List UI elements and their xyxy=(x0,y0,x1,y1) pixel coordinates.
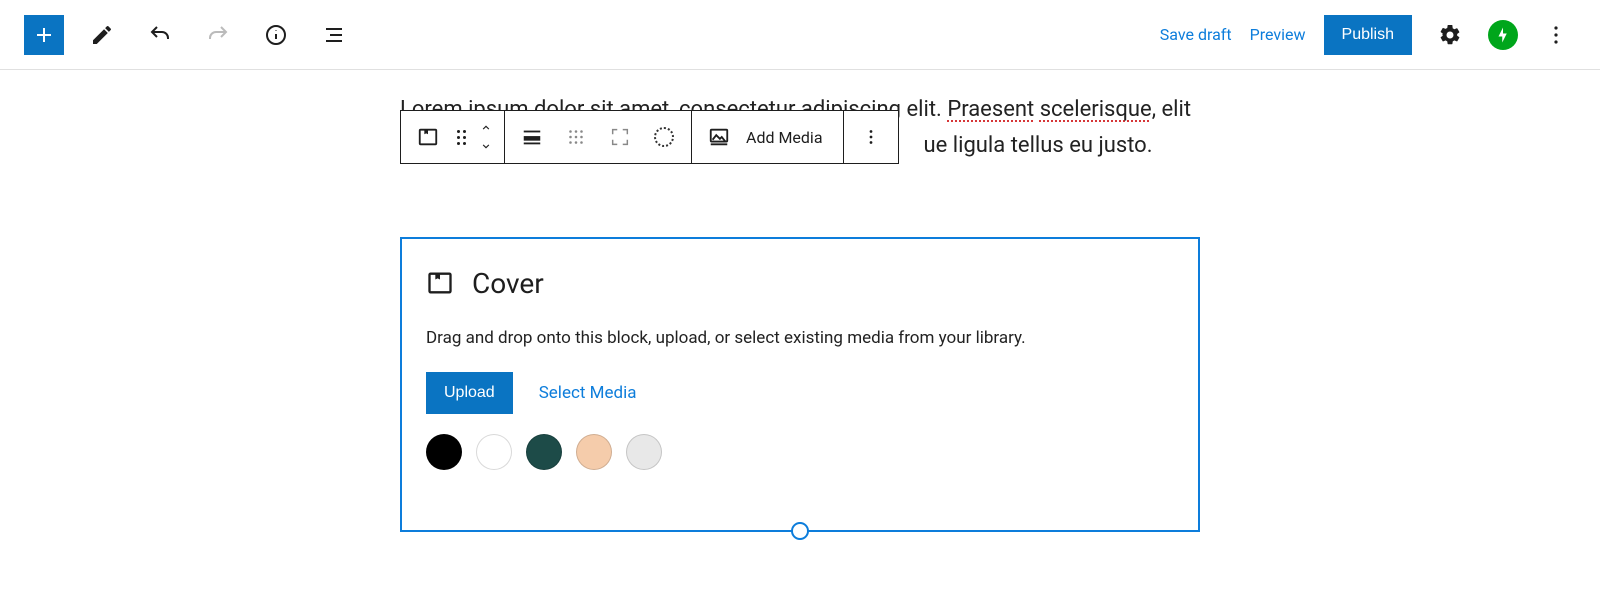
add-media-icon-button[interactable] xyxy=(700,118,738,156)
info-icon xyxy=(264,23,288,47)
block-more-options-button[interactable] xyxy=(852,118,890,156)
gear-icon xyxy=(1438,23,1462,47)
paragraph-text: , elit xyxy=(1152,97,1191,122)
chevron-down-icon xyxy=(482,141,490,151)
pencil-icon xyxy=(90,23,114,47)
jetpack-icon xyxy=(1494,26,1512,44)
document-info-button[interactable] xyxy=(256,15,296,55)
cover-block-icon xyxy=(426,269,454,297)
cover-block-placeholder[interactable]: Cover Drag and drop onto this block, upl… xyxy=(400,237,1200,532)
jetpack-button[interactable] xyxy=(1488,20,1518,50)
header-left-tools xyxy=(24,15,354,55)
publish-button[interactable]: Publish xyxy=(1324,15,1412,55)
cover-block-description: Drag and drop onto this block, upload, o… xyxy=(426,328,1174,348)
color-swatch-teal[interactable] xyxy=(526,434,562,470)
settings-button[interactable] xyxy=(1430,15,1470,55)
chevron-up-icon xyxy=(482,123,490,133)
color-swatch-white[interactable] xyxy=(476,434,512,470)
document-outline-button[interactable] xyxy=(314,15,354,55)
spellcheck-word: Praesent xyxy=(947,97,1034,122)
upload-button[interactable]: Upload xyxy=(426,372,513,414)
move-up-button[interactable] xyxy=(476,120,496,136)
color-swatch-gray[interactable] xyxy=(626,434,662,470)
align-button[interactable] xyxy=(513,118,551,156)
full-height-button[interactable] xyxy=(601,118,639,156)
add-block-button[interactable] xyxy=(24,15,64,55)
color-swatch-black[interactable] xyxy=(426,434,462,470)
move-down-button[interactable] xyxy=(476,138,496,154)
image-icon xyxy=(708,126,730,148)
add-media-label[interactable]: Add Media xyxy=(744,128,835,147)
color-swatches xyxy=(426,434,1174,470)
fullscreen-icon xyxy=(609,126,631,148)
duotone-icon xyxy=(654,127,674,147)
grid-dots-icon xyxy=(565,126,587,148)
select-media-link[interactable]: Select Media xyxy=(539,383,637,403)
resize-handle[interactable] xyxy=(791,522,809,540)
align-icon xyxy=(521,126,543,148)
block-type-button[interactable] xyxy=(409,118,447,156)
plus-icon xyxy=(32,23,56,47)
cover-block-icon xyxy=(417,126,439,148)
preview-link[interactable]: Preview xyxy=(1250,25,1306,44)
undo-button[interactable] xyxy=(140,15,180,55)
more-options-button[interactable] xyxy=(1536,15,1576,55)
more-vertical-icon xyxy=(1544,23,1568,47)
color-swatch-peach[interactable] xyxy=(576,434,612,470)
content-position-button[interactable] xyxy=(557,118,595,156)
cover-block-title: Cover xyxy=(472,267,544,300)
header-right-tools: Save draft Preview Publish xyxy=(1160,15,1576,55)
block-toolbar: Add Media xyxy=(400,110,899,164)
spellcheck-word: scelerisque xyxy=(1040,97,1152,122)
redo-button[interactable] xyxy=(198,15,238,55)
more-vertical-icon xyxy=(860,126,882,148)
duotone-button[interactable] xyxy=(645,118,683,156)
save-draft-link[interactable]: Save draft xyxy=(1160,25,1232,44)
redo-icon xyxy=(206,23,230,47)
drag-handle[interactable] xyxy=(453,130,470,145)
outline-icon xyxy=(322,23,346,47)
editor-header: Save draft Preview Publish xyxy=(0,0,1600,70)
edit-mode-button[interactable] xyxy=(82,15,122,55)
undo-icon xyxy=(148,23,172,47)
editor-canvas: Lorem ipsum dolor sit amet, consectetur … xyxy=(400,92,1200,532)
paragraph-text: ue ligula tellus eu justo. xyxy=(924,133,1153,158)
